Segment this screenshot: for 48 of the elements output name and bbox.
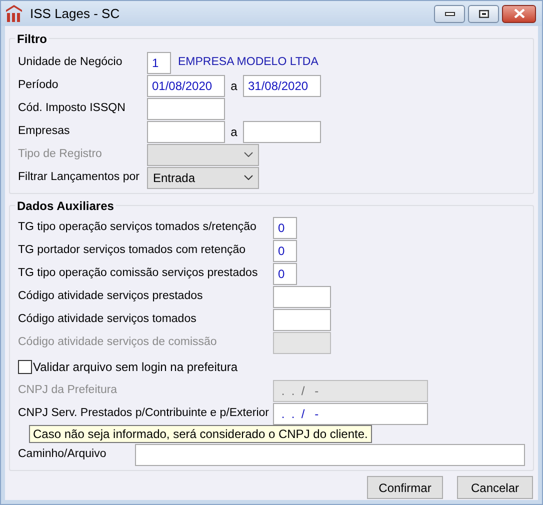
field-label: CNPJ Serv. Prestados p/Contribuinte e p/Exterior xyxy=(18,406,270,421)
tooltip: Caso não seja informado, será considerado o CNPJ do cliente. xyxy=(29,425,372,443)
input-field[interactable] xyxy=(243,120,321,142)
field-label: Cód. Imposto ISSQN xyxy=(18,100,126,116)
input-field[interactable]: . . / - xyxy=(273,402,428,424)
field-label: Unidade de Negócio xyxy=(18,54,124,70)
minimize-button[interactable] xyxy=(434,4,465,22)
dialog-button[interactable]: Confirmar xyxy=(367,476,443,499)
field-label: Código atividade serviços de comissão xyxy=(18,334,218,350)
field-label: CNPJ da Prefeitura xyxy=(18,382,118,398)
chevron-down-icon xyxy=(244,175,253,180)
input-field[interactable] xyxy=(273,286,331,308)
input-field[interactable]: 0 xyxy=(273,262,297,284)
close-button[interactable] xyxy=(502,4,536,22)
field-label: Tipo de Registro xyxy=(18,146,103,162)
minimize-icon xyxy=(444,12,454,16)
field-label: Código atividade serviços prestados xyxy=(18,288,204,304)
input-field[interactable] xyxy=(147,98,225,120)
field-label: Filtrar Lançamentos por xyxy=(18,170,140,185)
field-label: Período xyxy=(18,78,60,93)
input-field[interactable] xyxy=(135,444,525,466)
field-label: Empresas xyxy=(18,124,71,139)
field-label: TG portador serviços tomados com retenção xyxy=(18,242,247,258)
restore-icon xyxy=(478,10,488,18)
input-field[interactable] xyxy=(147,120,225,142)
input-field[interactable] xyxy=(273,308,331,330)
maximize-button[interactable] xyxy=(468,4,499,22)
range-separator: a xyxy=(230,124,238,140)
close-icon xyxy=(514,9,524,18)
input-field[interactable]: 0 xyxy=(273,240,297,262)
dropdown[interactable]: Entrada xyxy=(147,166,259,188)
field-label: Caminho/Arquivo xyxy=(18,446,108,462)
input-field[interactable]: 31/08/2020 xyxy=(243,74,321,96)
range-separator: a xyxy=(230,78,238,94)
checkbox-label: Validar arquivo sem login na prefeitura xyxy=(33,358,238,376)
input-field[interactable]: 1 xyxy=(147,52,171,74)
input-field[interactable]: 01/08/2020 xyxy=(147,74,225,96)
company-name: EMPRESA MODELO LTDA xyxy=(178,54,318,70)
checkbox[interactable] xyxy=(18,360,32,374)
app-logo-icon xyxy=(6,5,22,22)
window-title: ISS Lages - SC xyxy=(30,4,121,23)
input-field[interactable]: 0 xyxy=(273,216,297,238)
input-field: . . / - xyxy=(273,380,428,402)
field-label: TG tipo operação serviços tomados s/retenção xyxy=(18,220,258,235)
chevron-down-icon xyxy=(244,152,253,157)
field-label: Código atividade serviços tomados xyxy=(18,312,198,327)
dialog-button[interactable]: Cancelar xyxy=(457,476,533,499)
field-label: TG tipo operação comissão serviços prestados xyxy=(18,266,259,281)
